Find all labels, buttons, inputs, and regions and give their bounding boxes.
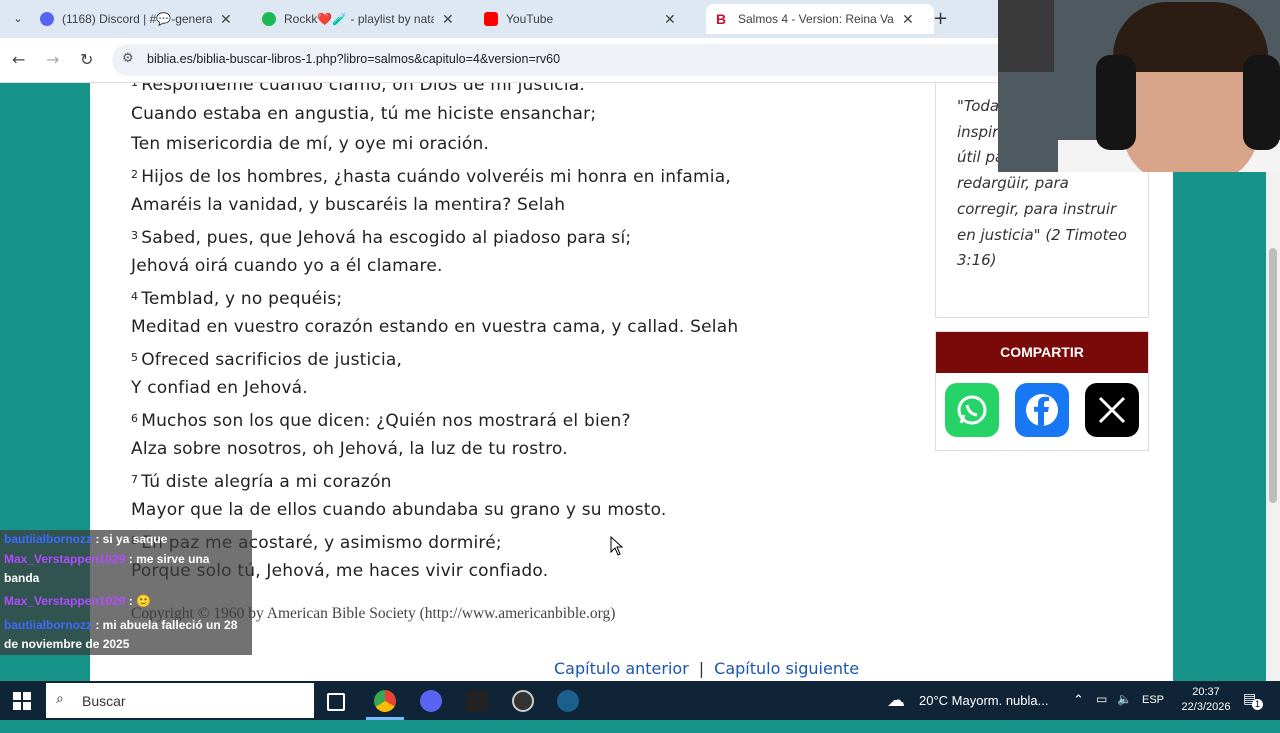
tab-youtube[interactable]: YouTube ✕	[484, 4, 694, 34]
search-icon: ⌕	[56, 691, 64, 707]
discord-taskbar-icon[interactable]	[420, 690, 442, 712]
x-share-button[interactable]	[1085, 383, 1139, 437]
close-icon[interactable]: ✕	[902, 11, 914, 28]
cloud-icon: ☁	[887, 690, 905, 710]
headset-left	[1096, 55, 1136, 150]
scrollbar-thumb[interactable]	[1269, 248, 1277, 503]
epic-games-icon[interactable]	[466, 690, 488, 712]
tab-salmos[interactable]: B Salmos 4 - Version: Reina Valera ✕	[706, 4, 934, 34]
nav-separator: |	[698, 659, 705, 678]
biblia-icon: B	[716, 11, 727, 27]
reload-button[interactable]: ↻	[80, 50, 93, 69]
weather-widget[interactable]: ☁ 20°C Mayorm. nubla...	[887, 681, 1067, 720]
headset-right	[1243, 55, 1280, 150]
address-bar[interactable]: ⚙ biblia.es/biblia-buscar-libros-1.php?l…	[112, 44, 1012, 76]
verse-line: Y confiad en Jehová.	[131, 378, 308, 398]
tab-title: (1168) Discord | #💬-general | ...	[62, 12, 212, 26]
chat-message: bautiialbornozz : si ya saque	[4, 532, 168, 546]
verse-list: 1Respóndeme cuando clamo, oh Dios de mi …	[131, 83, 738, 587]
chapter-navigation: Capítulo anterior | Capítulo siguiente	[554, 659, 859, 678]
tab-discord[interactable]: (1168) Discord | #💬-general | ... ✕	[40, 4, 250, 34]
share-box: COMPARTIR	[935, 331, 1149, 451]
mouse-cursor-icon	[610, 536, 624, 556]
tab-title: YouTube	[506, 12, 554, 26]
clock-time: 20:37	[1192, 686, 1220, 698]
steam-icon[interactable]	[557, 690, 579, 712]
tab-title: Rockk❤️🧪 - playlist by natanc...	[284, 12, 434, 26]
facebook-icon	[1026, 394, 1058, 426]
spotify-icon	[262, 12, 276, 26]
verse-line: Mayor que la de ellos cuando abundaba su…	[131, 500, 667, 520]
discord-icon	[40, 12, 54, 26]
verse-line: 4 Temblad, y no pequéis;	[131, 288, 343, 309]
obs-icon[interactable]	[512, 690, 534, 712]
chat-message: Max_Verstappen1029 : me sirve una banda	[4, 552, 210, 585]
verse-line: 3 Sabed, pues, que Jehová ha escogido al …	[131, 227, 632, 248]
share-title: COMPARTIR	[936, 332, 1148, 373]
verse-line: Ten misericordia de mí, y oye mi oración…	[131, 134, 490, 154]
site-info-icon[interactable]: ⚙	[122, 51, 134, 66]
facebook-share-button[interactable]	[1015, 383, 1069, 437]
webcam-overlay	[998, 0, 1280, 172]
volume-icon[interactable]: 🔈	[1117, 692, 1132, 731]
tab-title: Salmos 4 - Version: Reina Valera	[738, 12, 894, 26]
notification-badge: 1	[1252, 699, 1263, 710]
verse-line: Alza sobre nosotros, oh Jehová, la luz d…	[131, 439, 568, 459]
url-text: biblia.es/biblia-buscar-libros-1.php?lib…	[147, 52, 561, 66]
whatsapp-icon	[957, 395, 987, 425]
forward-button[interactable]: →	[46, 50, 59, 69]
taskbar: ⌕ Buscar ☁ 20°C Mayorm. nubla... ⌃ ▭ 🔈 E…	[0, 681, 1280, 720]
youtube-icon	[484, 12, 498, 26]
next-chapter-link[interactable]: Capítulo siguiente	[714, 659, 859, 678]
clock[interactable]: 20:37 22/3/2026	[1172, 685, 1240, 715]
close-icon[interactable]: ✕	[664, 11, 676, 28]
back-button[interactable]: ←	[12, 50, 25, 69]
whatsapp-share-button[interactable]	[945, 383, 999, 437]
verse-line: 6 Muchos son los que dicen: ¿Quién nos mo…	[131, 410, 631, 431]
page-content: 1Respóndeme cuando clamo, oh Dios de mi …	[90, 83, 1173, 681]
chevron-up-icon[interactable]: ⌃	[1073, 692, 1084, 731]
stream-chat-overlay: bautiialbornozz : si ya saque Max_Versta…	[0, 530, 252, 655]
verse-line: 1Respóndeme cuando clamo, oh Dios de mi …	[131, 83, 586, 95]
close-icon[interactable]: ✕	[220, 11, 232, 28]
chrome-icon[interactable]	[374, 690, 396, 712]
verse-line: Cuando estaba en angustia, tú me hiciste…	[131, 103, 597, 124]
network-icon[interactable]: ▭	[1096, 692, 1107, 731]
poster-image	[998, 0, 1054, 72]
verse-line: 5 Ofreced sacrificios de justicia,	[131, 349, 403, 370]
weather-text: 20°C Mayorm. nubla...	[919, 693, 1049, 708]
page-scrollbar[interactable]	[1266, 83, 1280, 681]
chat-message: Max_Verstappen1029 : 🙂	[4, 594, 152, 608]
clock-date: 22/3/2026	[1181, 701, 1231, 713]
taskbar-search[interactable]: ⌕ Buscar	[46, 683, 314, 718]
verse-line: Jehová oirá cuando yo a él clamare.	[131, 256, 443, 276]
x-icon	[1098, 396, 1126, 424]
search-placeholder: Buscar	[82, 693, 126, 709]
language-indicator[interactable]: ESP	[1142, 694, 1164, 733]
close-icon[interactable]: ✕	[442, 11, 454, 28]
prev-chapter-link[interactable]: Capítulo anterior	[554, 659, 689, 678]
verse-line: 7 Tú diste alegría a mi corazón	[131, 471, 392, 492]
new-tab-button[interactable]: +	[933, 8, 948, 29]
tab-spotify[interactable]: Rockk❤️🧪 - playlist by natanc... ✕	[262, 4, 472, 34]
chat-message: bautiialbornozz : mi abuela falleció un …	[4, 618, 238, 651]
verse-line: Meditad en vuestro corazón estando en vu…	[131, 317, 739, 337]
windows-start-icon[interactable]	[13, 692, 31, 710]
verse-line: Amaréis la vanidad, y buscaréis la menti…	[131, 195, 566, 215]
verse-line: 2 Hijos de los hombres, ¿hasta cuándo vol…	[131, 166, 731, 187]
tab-search-button[interactable]: ⌄	[8, 9, 28, 29]
notifications-icon[interactable]: ▤ 1	[1243, 690, 1263, 710]
task-view-icon[interactable]	[327, 693, 345, 711]
